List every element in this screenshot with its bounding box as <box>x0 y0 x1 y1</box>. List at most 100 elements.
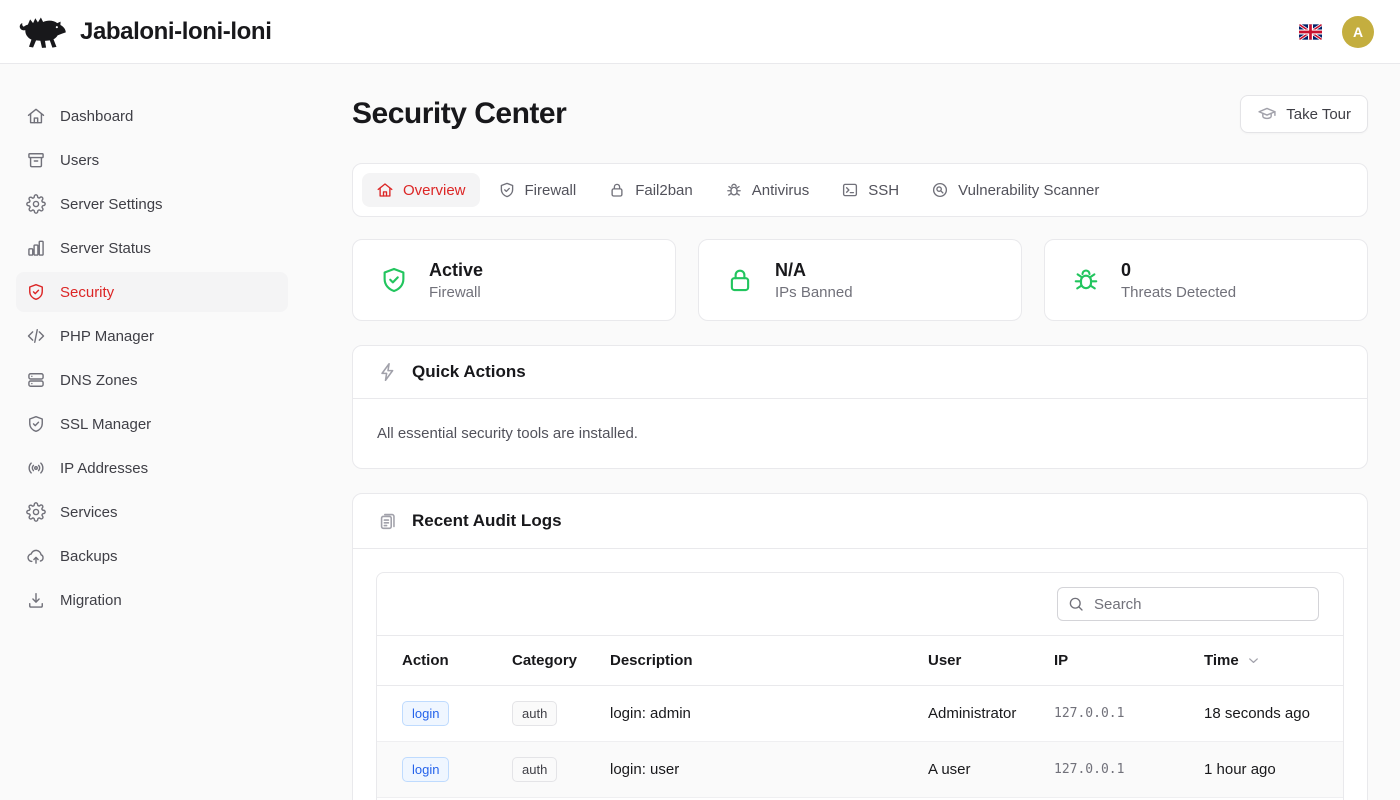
security-tab-bar: Overview Firewall Fail2ban Antivirus SSH… <box>352 163 1368 217</box>
sidebar-item-backups[interactable]: Backups <box>16 536 288 576</box>
home-icon <box>26 106 46 126</box>
action-badge: login <box>402 701 449 726</box>
status-label: Firewall <box>429 284 483 301</box>
brand-title: Jabaloni-loni-loni <box>80 18 271 46</box>
description-cell: login: user <box>585 742 903 798</box>
chevron-down-icon <box>1246 653 1261 668</box>
tab-ssh[interactable]: SSH <box>827 173 913 207</box>
category-badge: auth <box>512 757 557 782</box>
sidebar-item-dashboard[interactable]: Dashboard <box>16 96 288 136</box>
tab-firewall[interactable]: Firewall <box>484 173 591 207</box>
sidebar-item-php-manager[interactable]: PHP Manager <box>16 316 288 356</box>
lock-icon <box>725 265 755 295</box>
user-cell: A user <box>903 742 1029 798</box>
sidebar-item-users[interactable]: Users <box>16 140 288 180</box>
sidebar-item-label: Services <box>60 504 118 521</box>
brand[interactable]: Jabaloni-loni-loni <box>16 14 271 50</box>
lock-icon <box>608 181 626 199</box>
main-content: Security Center Take Tour Overview Firew… <box>304 64 1400 800</box>
tab-fail2ban[interactable]: Fail2ban <box>594 173 707 207</box>
column-header-time-label: Time <box>1204 652 1239 669</box>
quick-actions-message: All essential security tools are install… <box>377 425 1343 442</box>
action-badge: login <box>402 757 449 782</box>
scan-search-icon <box>931 181 949 199</box>
status-card-threats: 0 Threats Detected <box>1044 239 1368 321</box>
tab-label: Overview <box>403 182 466 199</box>
status-label: IPs Banned <box>775 284 853 301</box>
status-value: N/A <box>775 260 853 281</box>
sidebar-item-server-status[interactable]: Server Status <box>16 228 288 268</box>
graduation-cap-icon <box>1257 104 1277 124</box>
sidebar-item-ssl-manager[interactable]: SSL Manager <box>16 404 288 444</box>
shield-check-icon <box>26 414 46 434</box>
tab-label: SSH <box>868 182 899 199</box>
search-input[interactable] <box>1057 587 1319 621</box>
status-card-firewall: Active Firewall <box>352 239 676 321</box>
sidebar-item-label: Users <box>60 152 99 169</box>
time-cell: 1 hour ago <box>1179 742 1343 798</box>
sidebar-item-label: Server Status <box>60 240 151 257</box>
sidebar-item-label: DNS Zones <box>60 372 138 389</box>
table-row: login auth login: user A user 127.0.0.1 … <box>377 742 1343 798</box>
ip-cell: 127.0.0.1 <box>1029 742 1179 798</box>
page-title: Security Center <box>352 97 566 131</box>
audit-logs-title: Recent Audit Logs <box>412 511 562 531</box>
archive-icon <box>26 150 46 170</box>
status-label: Threats Detected <box>1121 284 1236 301</box>
tab-label: Antivirus <box>752 182 810 199</box>
terminal-icon <box>841 181 859 199</box>
gear-icon <box>26 194 46 214</box>
sidebar-item-ip-addresses[interactable]: IP Addresses <box>16 448 288 488</box>
tab-vulnerability-scanner[interactable]: Vulnerability Scanner <box>917 173 1113 207</box>
description-cell: login: admin <box>585 686 903 742</box>
boar-icon <box>16 14 68 50</box>
tab-label: Fail2ban <box>635 182 693 199</box>
code-icon <box>26 326 46 346</box>
table-header-row: Action Category Description User IP Time <box>377 636 1343 686</box>
column-header-category: Category <box>487 636 585 686</box>
quick-actions-title: Quick Actions <box>412 362 526 382</box>
audit-logs-card: Recent Audit Logs Action Cat <box>352 493 1368 800</box>
bug-icon <box>725 181 743 199</box>
bug-icon <box>1071 265 1101 295</box>
ip-cell: 127.0.0.1 <box>1029 686 1179 742</box>
shield-check-icon <box>498 181 516 199</box>
column-header-action: Action <box>377 636 487 686</box>
bar-chart-icon <box>26 238 46 258</box>
sidebar-item-label: Migration <box>60 592 122 609</box>
sidebar-item-services[interactable]: Services <box>16 492 288 532</box>
sidebar-item-server-settings[interactable]: Server Settings <box>16 184 288 224</box>
sidebar-item-label: PHP Manager <box>60 328 154 345</box>
uk-flag-icon[interactable] <box>1299 24 1322 40</box>
sidebar-item-label: Server Settings <box>60 196 163 213</box>
tab-label: Firewall <box>525 182 577 199</box>
column-header-description: Description <box>585 636 903 686</box>
clipboard-icon <box>377 510 399 532</box>
broadcast-icon <box>26 458 46 478</box>
tab-overview[interactable]: Overview <box>362 173 480 207</box>
take-tour-button[interactable]: Take Tour <box>1240 95 1368 133</box>
tab-label: Vulnerability Scanner <box>958 182 1099 199</box>
user-cell: Administrator <box>903 686 1029 742</box>
time-sort-control[interactable]: Time <box>1204 652 1261 669</box>
sidebar-item-dns-zones[interactable]: DNS Zones <box>16 360 288 400</box>
status-card-ips-banned: N/A IPs Banned <box>698 239 1022 321</box>
home-icon <box>376 181 394 199</box>
tab-antivirus[interactable]: Antivirus <box>711 173 824 207</box>
server-stack-icon <box>26 370 46 390</box>
shield-check-icon <box>26 282 46 302</box>
column-header-time: Time <box>1179 636 1343 686</box>
sidebar-item-migration[interactable]: Migration <box>16 580 288 620</box>
download-icon <box>26 590 46 610</box>
sidebar-item-label: Backups <box>60 548 118 565</box>
sidebar-item-label: Security <box>60 284 114 301</box>
sidebar-item-label: Dashboard <box>60 108 133 125</box>
sidebar-item-label: IP Addresses <box>60 460 148 477</box>
avatar[interactable]: A <box>1342 16 1374 48</box>
table-row: login auth login: admin Administrator 12… <box>377 686 1343 742</box>
shield-check-icon <box>379 265 409 295</box>
sidebar-item-security[interactable]: Security <box>16 272 288 312</box>
lightning-icon <box>377 361 399 383</box>
status-cards: Active Firewall N/A IPs Banned 0 Threats… <box>352 239 1368 321</box>
status-value: 0 <box>1121 260 1236 281</box>
